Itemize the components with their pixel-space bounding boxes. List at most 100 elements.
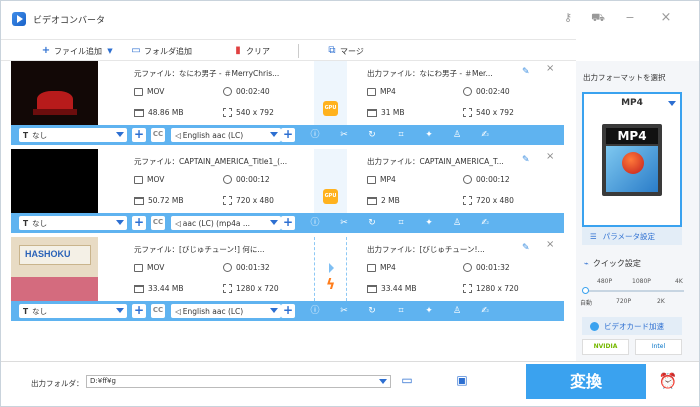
info-icon[interactable]: ⓘ xyxy=(308,304,322,318)
text-icon: T xyxy=(23,130,29,140)
main-toolbar: + ファイル追加 ▼ ▭ フォルダ追加 ▮ クリア ⧉ マージ xyxy=(1,39,576,61)
source-duration: 00:02:40 xyxy=(223,87,270,96)
crop-icon[interactable]: ⌗ xyxy=(394,216,408,230)
speaker-icon: ◁ xyxy=(175,130,181,140)
close-window-icon[interactable]: × xyxy=(659,11,673,24)
subtitle-edit-icon[interactable]: ✍ xyxy=(478,128,492,142)
video-format-icon xyxy=(367,263,376,272)
video-thumbnail[interactable] xyxy=(11,61,98,125)
resolution-icon xyxy=(463,108,472,117)
watermark-icon[interactable]: ♙ xyxy=(450,128,464,142)
merge-button[interactable]: ⧉ マージ xyxy=(327,43,363,59)
add-audio-button[interactable]: + xyxy=(281,128,295,142)
add-audio-button[interactable]: + xyxy=(281,304,295,318)
video-thumbnail[interactable]: HASHOKU xyxy=(11,237,98,301)
remove-file-icon[interactable]: × xyxy=(546,151,554,162)
watermark-icon[interactable]: ♙ xyxy=(450,304,464,318)
cc-icon[interactable]: CC xyxy=(151,128,165,142)
file-size-icon xyxy=(367,108,377,117)
file-tools-bar: T なし + CC ◁ aac (LC) (mp4a ... + ⓘ ✂ ↻ ⌗ ✦… xyxy=(11,213,564,233)
convert-button[interactable]: 変換 xyxy=(526,364,646,399)
cart-icon[interactable]: ⛟ xyxy=(591,12,605,24)
video-format-icon xyxy=(134,263,143,272)
add-file-button[interactable]: + ファイル追加 ▼ xyxy=(41,43,115,59)
rotate-icon[interactable]: ↻ xyxy=(365,304,379,318)
slider-handle[interactable] xyxy=(582,287,589,294)
source-resolution-value: 1280 x 720 xyxy=(236,284,279,293)
format-selector[interactable]: MP4 MP4 xyxy=(582,92,682,227)
clear-button[interactable]: ▮ クリア xyxy=(233,43,270,59)
add-file-label: ファイル追加 xyxy=(54,46,102,56)
cut-icon[interactable]: ✂ xyxy=(337,128,351,142)
resolution-icon xyxy=(463,284,472,293)
subtitle-edit-icon[interactable]: ✍ xyxy=(478,304,492,318)
quick-settings-label: クイック設定 xyxy=(592,259,641,268)
source-format-value: MOV xyxy=(147,175,165,184)
quality-slider[interactable] xyxy=(582,287,684,294)
info-icon[interactable]: ⓘ xyxy=(308,216,322,230)
crop-icon[interactable]: ⌗ xyxy=(394,128,408,142)
source-resolution: 1280 x 720 xyxy=(223,284,279,293)
video-thumbnail[interactable] xyxy=(11,149,98,213)
add-audio-button[interactable]: + xyxy=(281,216,295,230)
effects-icon[interactable]: ✦ xyxy=(422,304,436,318)
cc-icon[interactable]: CC xyxy=(151,216,165,230)
effects-icon[interactable]: ✦ xyxy=(422,128,436,142)
chevron-down-icon[interactable] xyxy=(379,379,387,384)
video-card-acceleration-button[interactable]: ビデオカード加速 xyxy=(582,317,682,335)
output-resolution: 720 x 480 xyxy=(463,196,514,205)
output-folder-input[interactable]: D:¥ff¥g xyxy=(86,375,391,388)
edit-name-icon[interactable]: ✎ xyxy=(522,67,530,77)
effects-icon[interactable]: ✦ xyxy=(422,216,436,230)
subtitle-select[interactable]: T なし xyxy=(19,216,127,230)
cut-icon[interactable]: ✂ xyxy=(337,304,351,318)
minimize-icon[interactable]: − xyxy=(623,12,637,24)
video-format-icon xyxy=(134,175,143,184)
output-size: 33.44 MB xyxy=(367,284,416,293)
toolbar-divider xyxy=(298,44,299,58)
open-folder-icon[interactable]: ▭ xyxy=(399,373,415,387)
add-folder-button[interactable]: ▭ フォルダ追加 xyxy=(131,43,192,59)
source-format: MOV xyxy=(134,87,164,96)
audio-track-select[interactable]: ◁ aac (LC) (mp4a ... xyxy=(171,216,281,230)
subtitle-select[interactable]: T なし xyxy=(19,128,127,142)
rotate-icon[interactable]: ↻ xyxy=(365,216,379,230)
add-subtitle-button[interactable]: + xyxy=(132,304,146,318)
browse-folder-icon[interactable]: ▣ xyxy=(454,373,470,387)
add-subtitle-button[interactable]: + xyxy=(132,128,146,142)
rotate-icon[interactable]: ↻ xyxy=(365,128,379,142)
remove-file-icon[interactable]: × xyxy=(546,239,554,250)
remove-file-icon[interactable]: × xyxy=(546,63,554,74)
info-icon[interactable]: ⓘ xyxy=(308,128,322,142)
audio-track-select[interactable]: ◁ English aac (LC) xyxy=(171,304,281,318)
audio-track-select[interactable]: ◁ English aac (LC) xyxy=(171,128,281,142)
output-settings-panel: 出力フォーマットを選択 MP4 MP4 ☰ パラメータ設定 ⌁ クイック設定 4… xyxy=(576,61,699,361)
crop-icon[interactable]: ⌗ xyxy=(394,304,408,318)
file-item: 元ファイル：なにわ男子 - ＃MerryChris... MOV 00:02:4… xyxy=(11,61,564,149)
output-file-name: 出力ファイル：[びじゅチューン!... xyxy=(367,245,485,254)
parameter-settings-button[interactable]: ☰ パラメータ設定 xyxy=(582,227,682,245)
intel-badge[interactable]: Intel xyxy=(635,339,682,355)
output-format-value: MP4 xyxy=(380,87,396,96)
add-subtitle-button[interactable]: + xyxy=(132,216,146,230)
chevron-down-icon[interactable]: ▼ xyxy=(105,46,115,56)
cut-icon[interactable]: ✂ xyxy=(337,216,351,230)
nvidia-badge[interactable]: NVIDIA xyxy=(582,339,629,355)
edit-name-icon[interactable]: ✎ xyxy=(522,155,530,165)
subtitle-value: なし xyxy=(32,306,48,316)
output-file-name: 出力ファイル：CAPTAIN_AMERICA_T... xyxy=(367,157,504,166)
cc-icon[interactable]: CC xyxy=(151,304,165,318)
clear-label: クリア xyxy=(246,46,270,56)
alarm-clock-icon[interactable]: ⏰ xyxy=(658,372,678,390)
sliders-icon: ☰ xyxy=(590,231,597,241)
conversion-indicator: GPU xyxy=(314,61,347,125)
source-format: MOV xyxy=(134,263,164,272)
edit-name-icon[interactable]: ✎ xyxy=(522,243,530,253)
key-icon[interactable]: ⚷ xyxy=(561,12,575,24)
subtitle-edit-icon[interactable]: ✍ xyxy=(478,216,492,230)
subtitle-select[interactable]: T なし xyxy=(19,304,127,318)
chevron-down-icon xyxy=(270,308,278,313)
plus-icon: + xyxy=(41,45,51,56)
app-logo-icon xyxy=(12,12,26,26)
watermark-icon[interactable]: ♙ xyxy=(450,216,464,230)
